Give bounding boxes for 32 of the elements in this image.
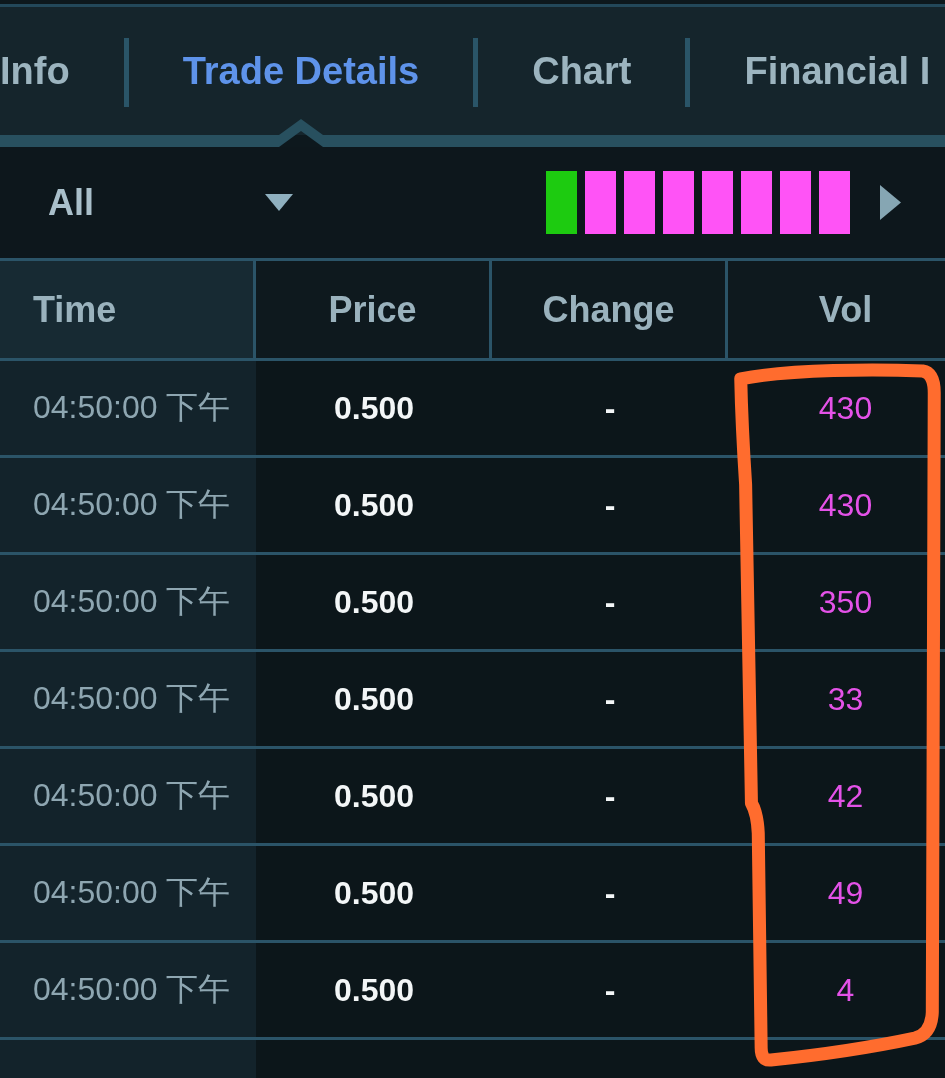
tab[interactable]: Trade Details: [128, 7, 474, 135]
column-header: Time: [0, 261, 256, 358]
table-cell-text: 0.500: [332, 970, 416, 1010]
tab[interactable]: Chart: [478, 7, 686, 135]
table-cell-text: 0.500: [332, 388, 416, 428]
table-cell-text: 0.500: [332, 485, 416, 525]
table-cell-text: -: [603, 776, 617, 816]
table-cell-text: -: [603, 679, 617, 719]
table-cell-text: 4: [835, 970, 856, 1010]
column-header: Price: [256, 261, 492, 358]
triangle-right-icon[interactable]: [880, 185, 901, 220]
table-cell-text: 0.500: [332, 776, 416, 816]
table-cell-text: -: [603, 388, 617, 428]
table-cell-text: 49: [826, 873, 865, 913]
table-cell-text: 430: [817, 388, 874, 428]
table-cell-text: 430: [817, 485, 874, 525]
table-cell-text: -: [603, 582, 617, 622]
table-cell-text: 0.500: [332, 582, 416, 622]
table-cell-text: -: [603, 873, 617, 913]
table-cell-text: -: [603, 970, 617, 1010]
tab[interactable]: Financial I: [690, 7, 945, 135]
table-cell-text: 0.500: [332, 873, 416, 913]
table-cell-text: -: [603, 485, 617, 525]
filter-dropdown[interactable]: All: [48, 181, 293, 224]
tab[interactable]: Info: [0, 7, 124, 135]
table-cell-text: 42: [826, 776, 865, 816]
caret-icon: [265, 194, 293, 211]
column-header: Change: [492, 261, 728, 358]
table-cell-text: 33: [826, 679, 865, 719]
table-cell-text: 350: [817, 582, 874, 622]
column-header: Vol: [817, 287, 874, 332]
table-cell-text: 0.500: [332, 679, 416, 719]
